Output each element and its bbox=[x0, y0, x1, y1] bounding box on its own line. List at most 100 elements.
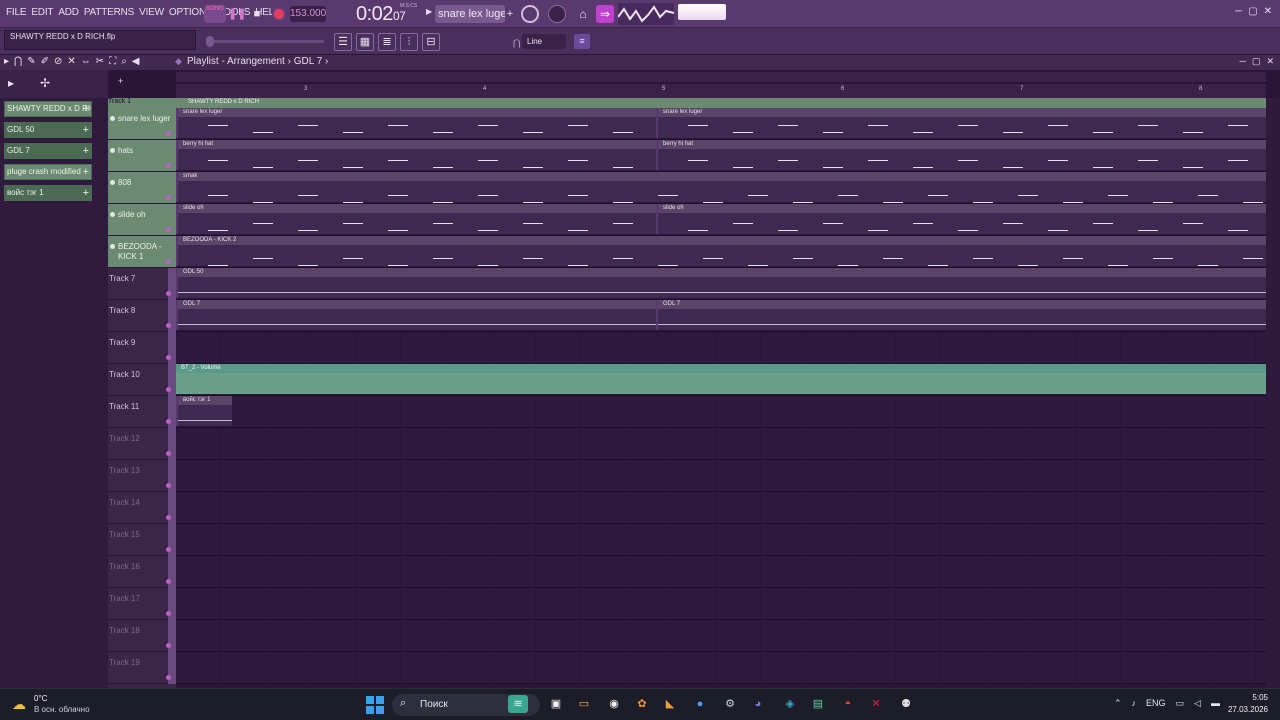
track-lane[interactable] bbox=[176, 396, 1266, 428]
vertical-scrollbar[interactable] bbox=[1266, 98, 1280, 688]
play-icon[interactable]: ▸ bbox=[4, 56, 9, 67]
track-mute-icon[interactable] bbox=[166, 195, 171, 200]
clock-date[interactable]: 27.03.2026 bbox=[1228, 705, 1268, 714]
track-mute-icon[interactable] bbox=[166, 483, 171, 488]
horizontal-scrollbar[interactable] bbox=[176, 72, 1266, 82]
slider-handle[interactable] bbox=[206, 36, 214, 47]
track-1-name[interactable]: Track 1 bbox=[108, 98, 131, 105]
master-pitch-knob[interactable] bbox=[521, 5, 539, 23]
master-slider[interactable] bbox=[206, 36, 324, 47]
fl-studio-icon[interactable]: ✿ bbox=[632, 695, 652, 713]
track-led-icon[interactable] bbox=[110, 180, 115, 185]
add-icon[interactable]: + bbox=[83, 123, 89, 137]
track-mute-icon[interactable] bbox=[166, 163, 171, 168]
language-indicator[interactable]: ENG bbox=[1146, 698, 1166, 709]
playlist-button[interactable]: ☰ bbox=[334, 33, 352, 51]
app-icon-x[interactable]: ✕ bbox=[866, 695, 886, 713]
browser-button[interactable]: ⊟ bbox=[422, 33, 440, 51]
terminal-icon[interactable]: ▤ bbox=[808, 695, 828, 713]
mute-tool-icon[interactable]: ✕ bbox=[67, 56, 75, 67]
app-icon-red[interactable]: ◓ bbox=[838, 695, 858, 713]
track-mute-icon[interactable] bbox=[166, 675, 171, 680]
start-button[interactable] bbox=[366, 696, 384, 714]
add-icon[interactable]: + bbox=[83, 144, 89, 158]
pattern-arrow-icon[interactable]: ▶ bbox=[426, 7, 432, 16]
minimize-icon[interactable]: ─ bbox=[1235, 6, 1242, 17]
track-header[interactable]: Track 8 bbox=[108, 300, 176, 332]
track-mute-icon[interactable] bbox=[166, 227, 171, 232]
menu-edit[interactable]: EDIT bbox=[31, 7, 53, 18]
song-mode-toggle[interactable]: SONG bbox=[204, 5, 226, 23]
track-lane[interactable] bbox=[176, 620, 1266, 652]
track-header[interactable]: Track 15 bbox=[108, 524, 176, 556]
timeline-ruler[interactable] bbox=[176, 84, 1266, 98]
zoom-tool-icon[interactable]: ⌕ bbox=[121, 56, 127, 67]
pattern-clip[interactable]: berry hi hat bbox=[656, 140, 1266, 170]
paint-tool-icon[interactable]: ✐ bbox=[41, 56, 49, 67]
track-header[interactable]: Track 7 bbox=[108, 268, 176, 300]
picker-item[interactable]: GDL 7 + bbox=[4, 143, 92, 159]
pattern-clip[interactable]: slide oh bbox=[656, 204, 1266, 234]
pattern-clip[interactable]: snare lex luger bbox=[656, 108, 1266, 138]
battery-icon[interactable]: ▬ bbox=[1211, 698, 1220, 709]
pause-button[interactable]: ❚❚ bbox=[228, 6, 246, 22]
track-lane[interactable] bbox=[176, 332, 1266, 364]
steam-icon[interactable]: ⚙ bbox=[720, 695, 740, 713]
minimize-icon[interactable]: ─ bbox=[1240, 56, 1246, 67]
pattern-clip[interactable]: GDL 50 bbox=[176, 268, 1266, 298]
maximize-icon[interactable]: ▢ bbox=[1252, 56, 1261, 67]
snap-icon[interactable]: ⋂ bbox=[14, 56, 22, 67]
track-header[interactable]: Track 11 bbox=[108, 396, 176, 428]
mixer-button[interactable]: ⫶ bbox=[400, 33, 418, 51]
pattern-clip[interactable]: войс тэг 1 bbox=[176, 396, 232, 426]
app-icon-gear[interactable]: ⚉ bbox=[896, 695, 916, 713]
add-icon[interactable]: + bbox=[118, 76, 123, 86]
track-header[interactable]: Track 19 bbox=[108, 652, 176, 684]
pattern-selector[interactable]: snare lex luger bbox=[435, 5, 505, 23]
master-volume-knob[interactable] bbox=[548, 5, 566, 23]
picker-item[interactable]: pluge crash modified + bbox=[4, 164, 92, 180]
track-lane[interactable] bbox=[176, 460, 1266, 492]
playback-tool-icon[interactable]: ◀ bbox=[132, 56, 140, 67]
weather-temp[interactable]: 0°C bbox=[34, 694, 47, 703]
track-mute-icon[interactable] bbox=[166, 355, 171, 360]
slice-tool-icon[interactable]: ✂ bbox=[96, 56, 104, 67]
track-1-lane[interactable]: SHAWTY REDD x D RICH bbox=[108, 98, 1266, 108]
track-header[interactable]: snare lex luger bbox=[108, 108, 176, 140]
picker-item[interactable]: SHAWTY REDD x D RICH+ bbox=[4, 101, 92, 117]
piano-roll-button[interactable]: ▦ bbox=[356, 33, 374, 51]
select-tool-icon[interactable]: ⛶ bbox=[109, 56, 116, 67]
track-mute-icon[interactable] bbox=[166, 131, 171, 136]
track-header[interactable]: slide oh bbox=[108, 204, 176, 236]
app-icon-blue[interactable]: ● bbox=[690, 695, 710, 713]
discord-icon[interactable]: ◕ bbox=[748, 695, 768, 713]
track-led-icon[interactable] bbox=[110, 244, 115, 249]
pattern-clip[interactable]: berry hi hat bbox=[176, 140, 656, 170]
add-icon[interactable]: + bbox=[83, 165, 89, 179]
track-mute-icon[interactable] bbox=[166, 451, 171, 456]
weather-icon[interactable]: ☁ bbox=[12, 696, 30, 712]
draw-tool-icon[interactable]: ✎ bbox=[27, 56, 35, 67]
track-mute-icon[interactable] bbox=[166, 291, 171, 296]
widget-app-icon[interactable]: ≋ bbox=[508, 695, 528, 713]
add-icon[interactable]: + bbox=[83, 102, 89, 116]
menu-file[interactable]: FILE bbox=[6, 7, 27, 18]
track-header[interactable]: Track 16 bbox=[108, 556, 176, 588]
snap-selector[interactable]: Line bbox=[522, 34, 566, 49]
automation-clip[interactable]: BT_2 - Volume bbox=[176, 364, 1266, 394]
stop-button[interactable]: ■ bbox=[250, 6, 264, 22]
tempo-display[interactable]: 153.000 bbox=[290, 6, 326, 22]
menu-view[interactable]: VIEW bbox=[139, 7, 164, 18]
track-mute-icon[interactable] bbox=[166, 259, 171, 264]
track-lane[interactable] bbox=[176, 588, 1266, 620]
add-icon[interactable]: + bbox=[83, 186, 89, 200]
record-button[interactable] bbox=[272, 7, 286, 21]
task-view-icon[interactable]: ▣ bbox=[546, 695, 566, 713]
picker-item[interactable]: войс тэг 1 + bbox=[4, 185, 92, 201]
track-header[interactable]: Track 9 bbox=[108, 332, 176, 364]
add-pattern-button[interactable]: + bbox=[504, 6, 516, 22]
app-icon-teal[interactable]: ◈ bbox=[780, 695, 800, 713]
menu-patterns[interactable]: PATTERNS bbox=[84, 7, 134, 18]
track-header[interactable]: hats bbox=[108, 140, 176, 172]
track-mute-icon[interactable] bbox=[166, 419, 171, 424]
